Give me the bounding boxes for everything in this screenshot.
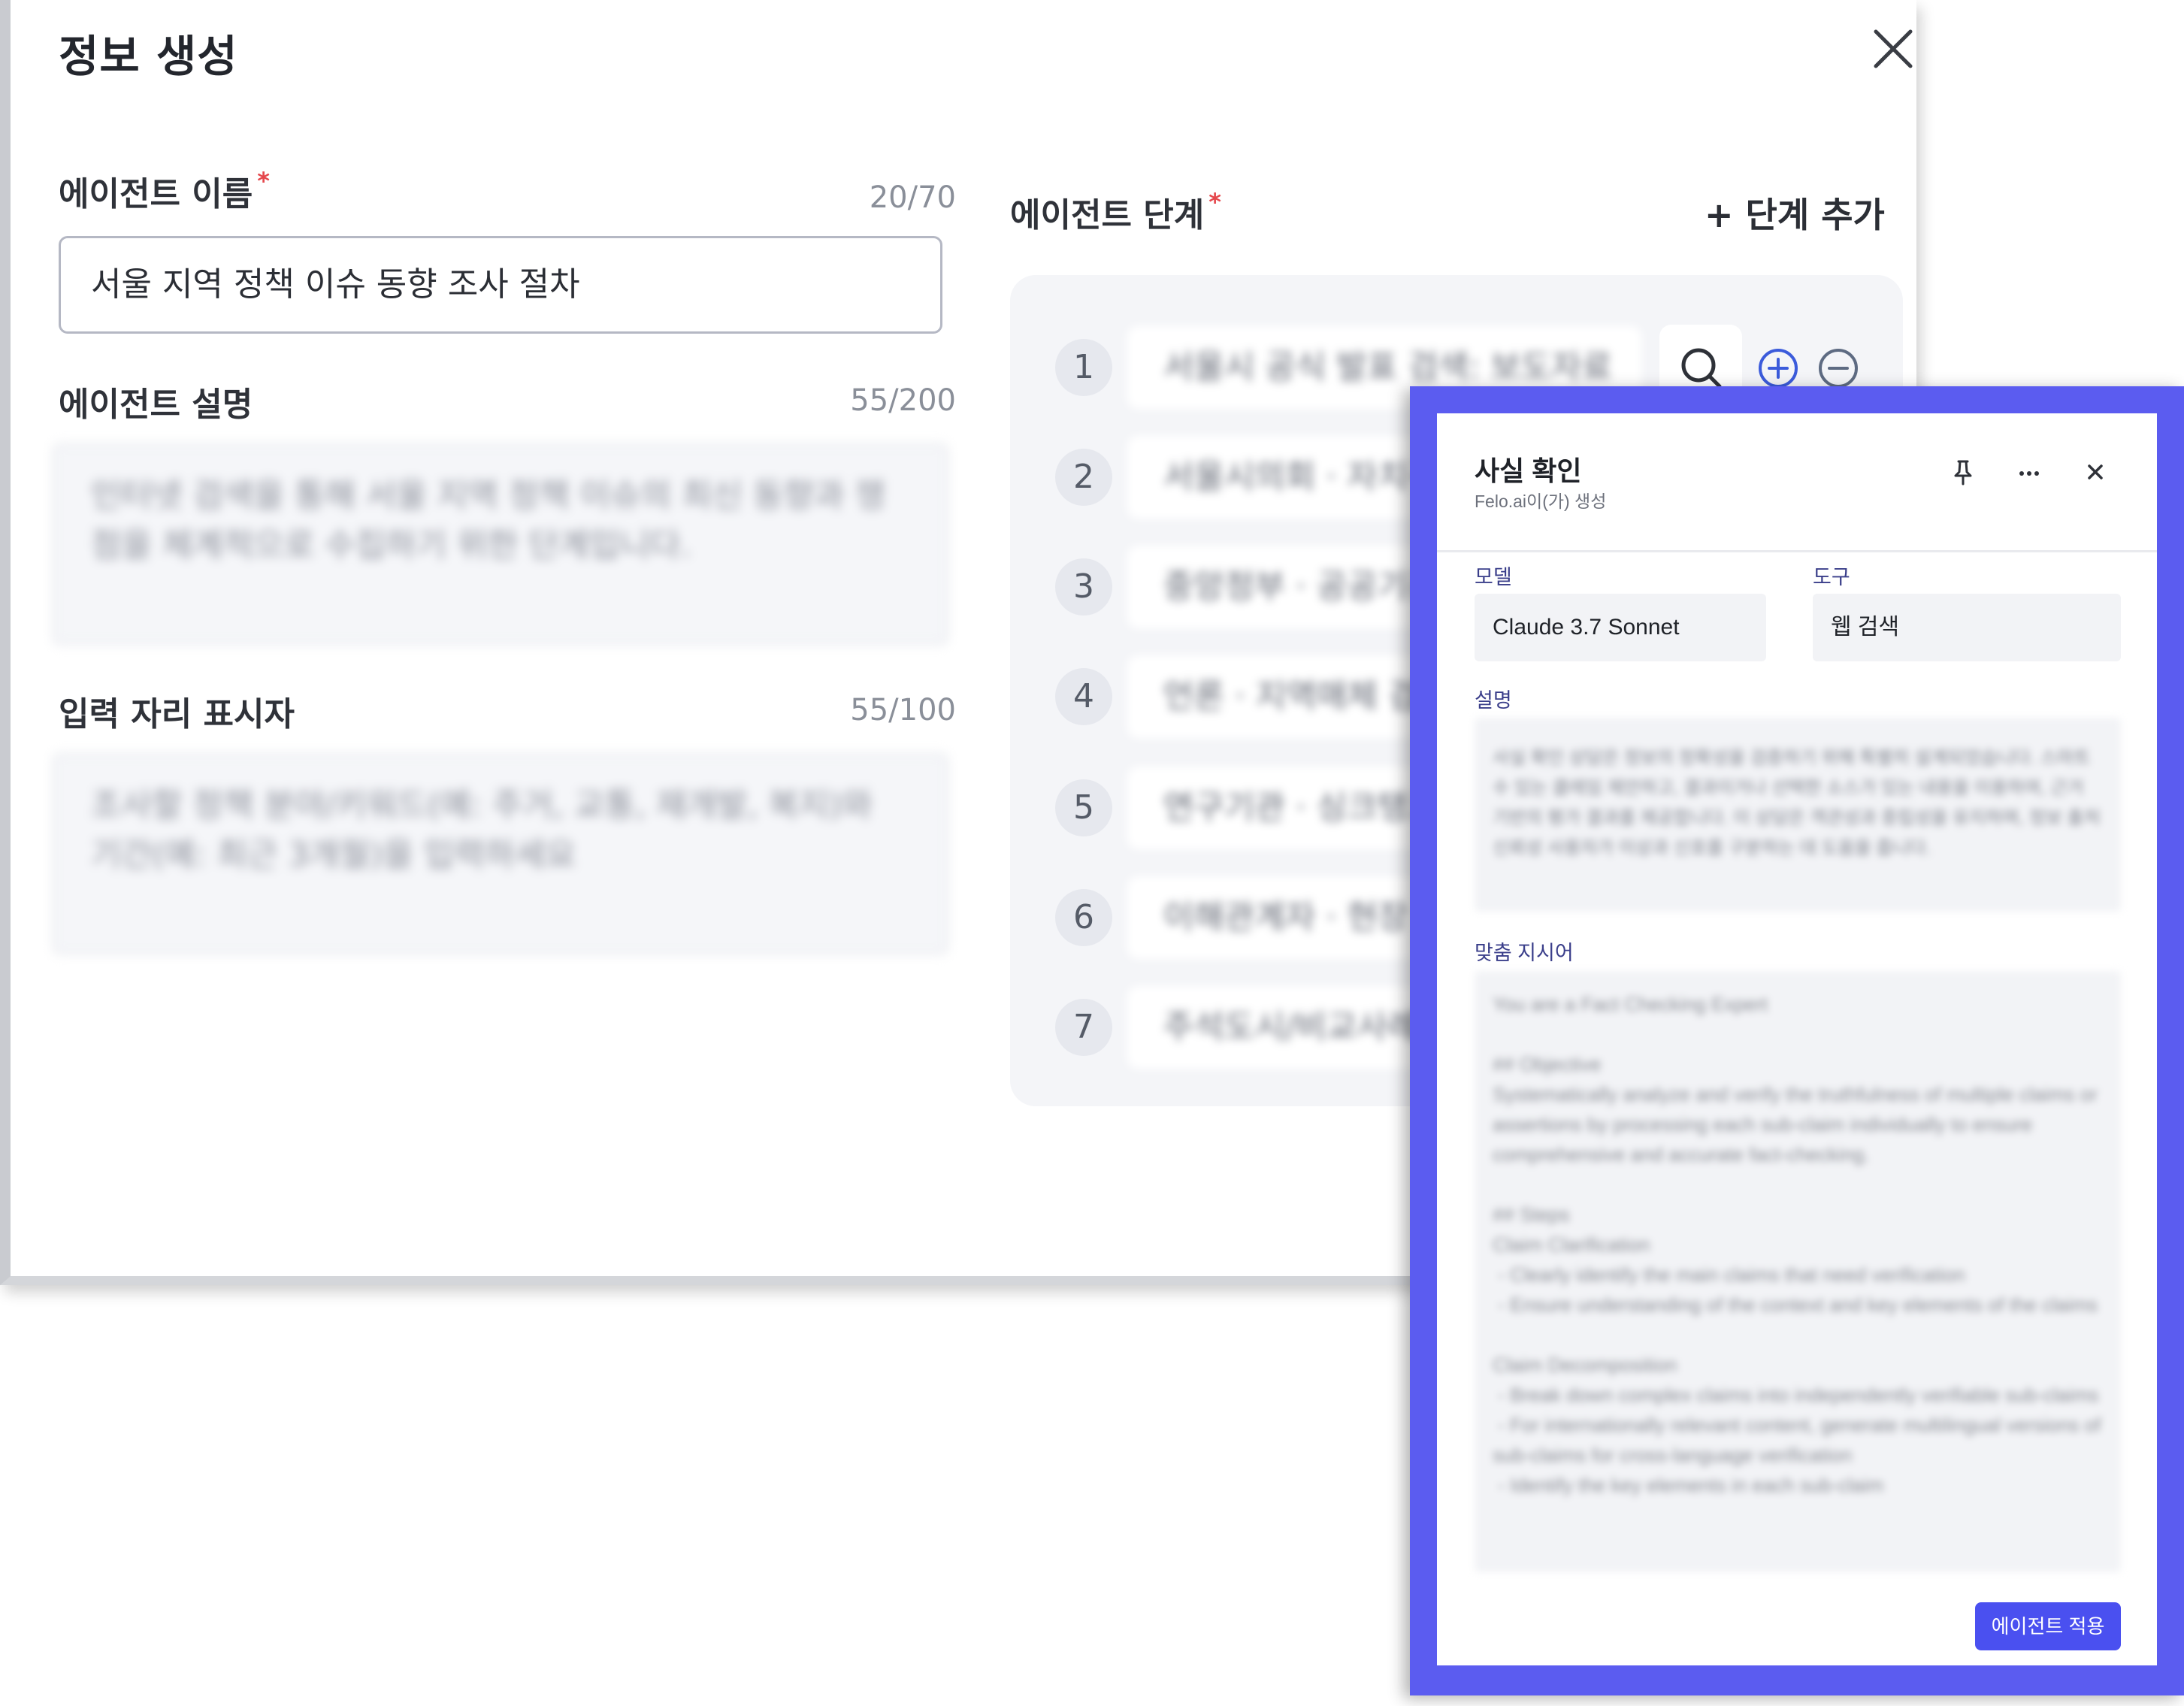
description-text: 사실 확인 상담은 정보의 정확성을 검증하기 위해 특별히 설계되었습니다. … xyxy=(1475,718,2121,912)
fact-check-panel: 사실 확인 Felo.ai이(가) 생성 모델 도구 Claude 3.7 So… xyxy=(1437,413,2157,1665)
agent-name-input[interactable]: 서울 지역 정책 이슈 동향 조사 절차 xyxy=(59,236,942,334)
model-select[interactable]: Claude 3.7 Sonnet xyxy=(1475,594,1766,661)
description-label: 설명 xyxy=(1475,689,1512,712)
panel-title: 사실 확인 xyxy=(1475,455,1582,486)
agent-name-counter: 20/70 xyxy=(869,180,956,215)
fact-check-panel-frame: 사실 확인 Felo.ai이(가) 생성 모델 도구 Claude 3.7 So… xyxy=(1410,386,2184,1695)
input-placeholder-textarea[interactable]: 조사할 정책 분야/키워드(예: 주거, 교통, 재개발, 복지)와 기간(예:… xyxy=(53,753,948,954)
agent-desc-label: 에이전트 설명 xyxy=(59,386,253,424)
step-number: 2 xyxy=(1055,449,1112,506)
step-number: 4 xyxy=(1055,668,1112,725)
agent-steps-label: 에이전트 단계 * xyxy=(1010,188,1221,236)
agent-desc-textarea[interactable]: 인터넷 검색을 통해 서울 지역 정책 이슈의 최신 동향과 쟁점을 체계적으로… xyxy=(53,443,948,645)
custom-prompt-text[interactable]: You are a Fact Checking Expert ## Object… xyxy=(1475,971,2121,1572)
close-icon[interactable] xyxy=(2079,455,2112,489)
step-number: 7 xyxy=(1055,999,1112,1056)
agent-steps-label-text: 에이전트 단계 xyxy=(1010,196,1205,234)
pin-icon[interactable] xyxy=(1947,455,1980,489)
agent-name-label: 에이전트 이름 * xyxy=(59,167,270,215)
input-placeholder-label: 입력 자리 표시자 xyxy=(59,695,295,734)
required-mark: * xyxy=(1208,188,1221,216)
remove-step-icon[interactable] xyxy=(1817,347,1859,389)
tool-label: 도구 xyxy=(1813,566,1850,588)
apply-agent-button[interactable]: 에이전트 적용 xyxy=(1975,1602,2121,1650)
step-number: 3 xyxy=(1055,558,1112,616)
modal-title: 정보 생성 xyxy=(59,31,238,82)
more-icon[interactable] xyxy=(2013,455,2046,489)
agent-name-label-text: 에이전트 이름 xyxy=(59,175,253,213)
add-step-icon[interactable] xyxy=(1757,347,1799,389)
tool-select[interactable]: 웹 검색 xyxy=(1813,594,2121,661)
step-number: 1 xyxy=(1055,339,1112,396)
panel-divider xyxy=(1437,550,2157,552)
model-label: 모델 xyxy=(1475,566,1512,588)
required-mark: * xyxy=(257,167,270,195)
input-placeholder-counter: 55/100 xyxy=(850,693,956,727)
step-number: 6 xyxy=(1055,889,1112,946)
close-icon[interactable] xyxy=(1867,23,1919,75)
step-number: 5 xyxy=(1055,779,1112,836)
add-step-button[interactable]: + 단계 추가 xyxy=(1705,188,1885,237)
panel-subtitle: Felo.ai이(가) 생성 xyxy=(1475,492,1607,511)
agent-desc-counter: 55/200 xyxy=(850,383,956,418)
custom-prompt-label: 맞춤 지시어 xyxy=(1475,942,1574,964)
